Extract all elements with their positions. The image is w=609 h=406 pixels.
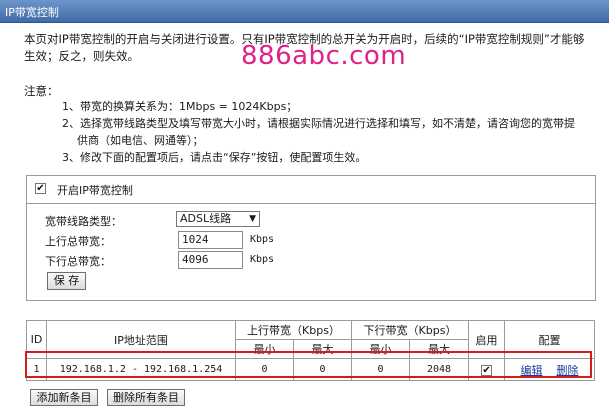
- down-bandwidth-unit: Kbps: [250, 254, 275, 265]
- note-item-1: 1、带宽的换算关系为：1Mbps = 1024Kbps；: [62, 100, 298, 113]
- enable-label: 开启IP带宽控制: [57, 184, 133, 197]
- up-bandwidth-label: 上行总带宽：: [45, 235, 111, 248]
- down-bandwidth-label: 下行总带宽：: [45, 255, 111, 268]
- col-header-down: 下行带宽（Kbps）: [351, 320, 470, 340]
- title-bar: IP带宽控制: [0, 0, 609, 23]
- down-bandwidth-input[interactable]: 4096: [178, 251, 243, 269]
- highlight-box: [25, 351, 592, 378]
- save-button[interactable]: 保 存: [47, 272, 86, 290]
- up-bandwidth-unit: Kbps: [250, 234, 275, 245]
- notes-title: 注意：: [24, 84, 59, 98]
- note-item-2-cont: 供商（如电信、网通等）；: [77, 134, 204, 147]
- page-title: IP带宽控制: [5, 6, 59, 19]
- line-type-label: 宽带线路类型：: [45, 215, 122, 228]
- chevron-down-icon: ▼: [249, 214, 256, 224]
- col-header-up: 上行带宽（Kbps）: [234, 320, 353, 340]
- note-item-3: 3、修改下面的配置项后，请点击“保存”按钮，使配置项生效。: [62, 151, 367, 164]
- up-bandwidth-input[interactable]: 1024: [178, 231, 243, 249]
- add-entry-button[interactable]: 添加新条目: [30, 389, 98, 406]
- line-type-select[interactable]: ADSL线路 ▼: [176, 211, 260, 227]
- enable-checkbox[interactable]: ✔: [35, 183, 46, 194]
- note-item-2: 2、选择宽带线路类型及填写带宽大小时，请根据实际情况进行选择和填写，如不清楚，请…: [62, 117, 575, 130]
- line-type-value: ADSL线路: [180, 212, 232, 225]
- watermark: 886abc.com: [241, 41, 407, 71]
- delete-all-button[interactable]: 删除所有条目: [107, 389, 185, 406]
